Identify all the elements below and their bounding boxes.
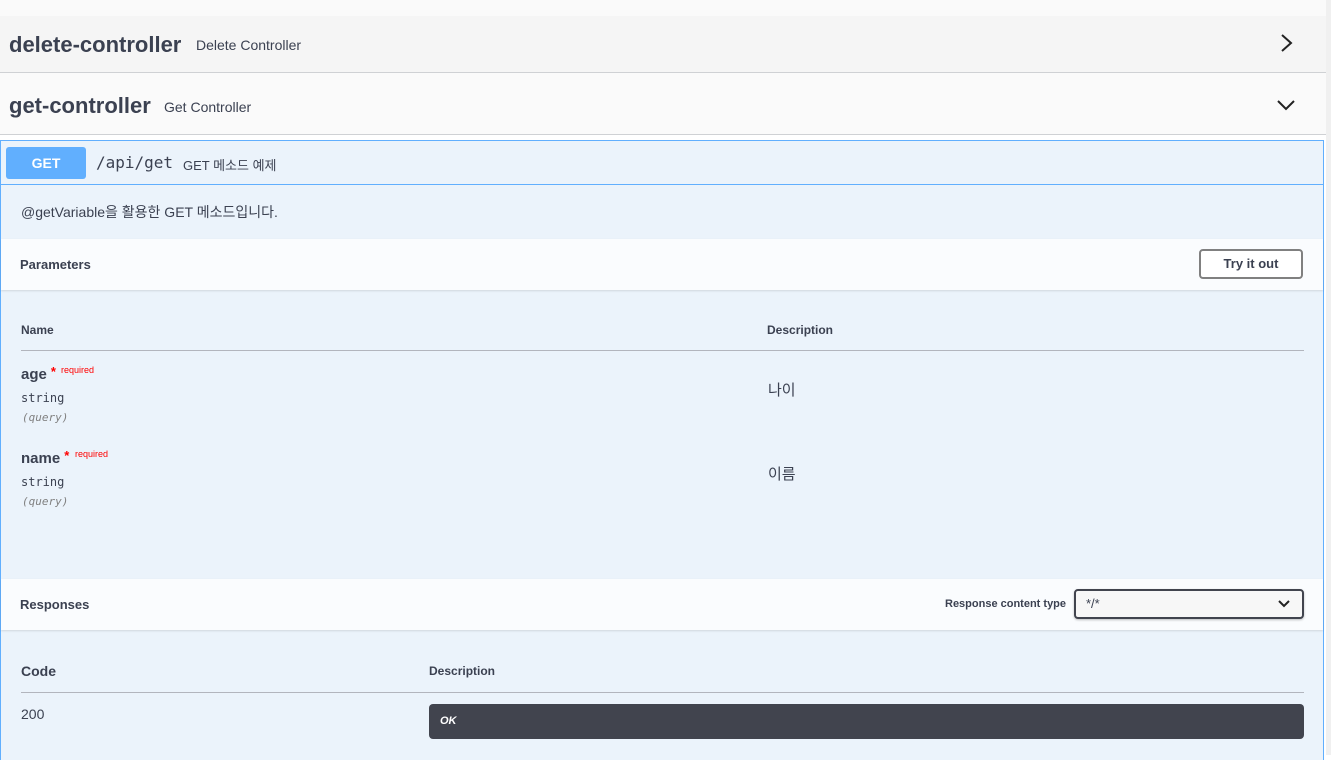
operation-summary[interactable]: GET /api/get GET 메소드 예제 [1,141,1323,185]
tag-get-controller[interactable]: get-controller Get Controller [0,73,1326,135]
param-description-header: Description [767,323,834,337]
response-content-type-label: Response content type [945,598,1067,610]
tag-description: Delete Controller [196,37,302,53]
response-description: OK [440,715,457,727]
divider [21,692,1304,693]
try-it-out-button[interactable]: Try it out [1199,249,1303,279]
param-location: (query) [22,495,69,508]
responses-title: Responses [20,597,90,612]
tag-name[interactable]: get-controller [9,93,151,119]
required-label: required [61,365,95,375]
scrollbar[interactable] [1326,0,1331,755]
top-strip [0,0,1331,16]
selected-content-type: */* [1086,596,1100,611]
required-label: required [75,449,109,459]
response-content-type-select[interactable]: */* [1074,589,1304,619]
parameters-title: Parameters [20,257,91,272]
operation-path: /api/get [96,153,174,172]
response-description-box: OK [429,704,1304,739]
tag-description: Get Controller [164,99,252,115]
chevron-right-icon[interactable] [1276,33,1296,53]
divider [21,350,1304,351]
operation-summary-text: GET 메소드 예제 [183,158,277,173]
operation-block-get: GET /api/get GET 메소드 예제 @getVariable을 활용… [0,140,1324,760]
tag-delete-controller[interactable]: delete-controller Delete Controller [0,16,1326,73]
parameters-header: Parameters Try it out [1,239,1323,290]
responses-header: Responses Response content type */* [1,579,1323,630]
param-name: age * [21,364,56,383]
param-location: (query) [22,411,69,424]
param-type: string [21,475,65,489]
response-code: 200 [21,706,45,722]
operation-description: @getVariable을 활용한 GET 메소드입니다. [21,204,278,220]
chevron-down-icon[interactable] [1276,95,1296,115]
param-name: name * [21,448,70,467]
method-badge: GET [6,147,86,179]
param-description: 이름 [768,466,796,483]
tag-name[interactable]: delete-controller [9,32,181,58]
param-type: string [21,391,65,405]
response-description-header: Description [429,664,496,678]
param-description: 나이 [768,382,796,399]
chevron-down-icon [1278,600,1290,608]
param-name-header: Name [21,323,54,337]
response-code-header: Code [21,663,56,679]
